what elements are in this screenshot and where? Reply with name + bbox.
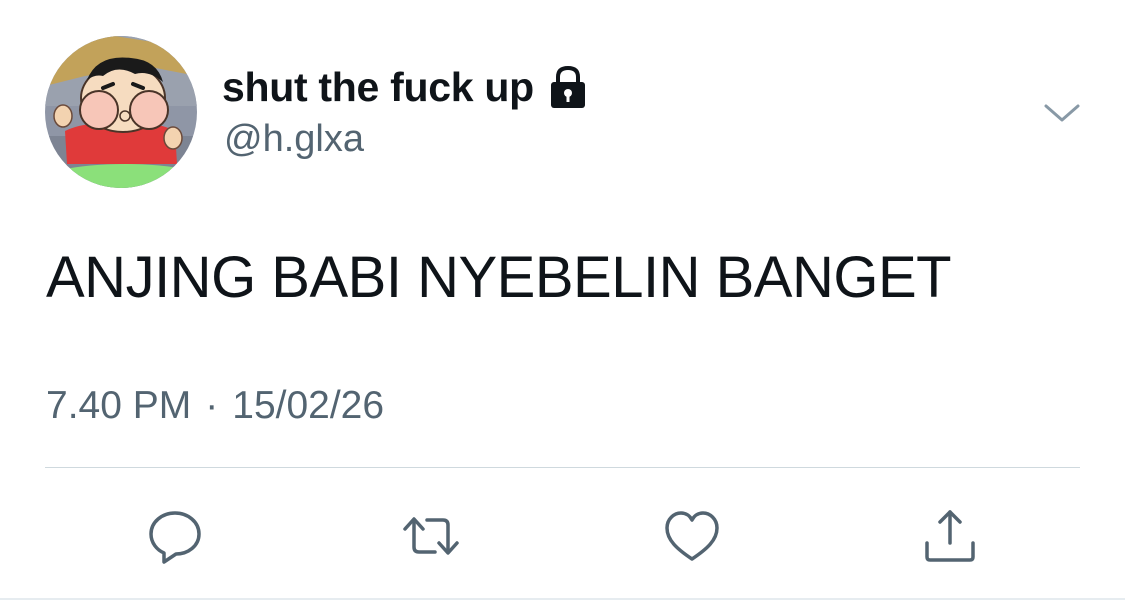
divider xyxy=(45,467,1080,468)
share-icon xyxy=(925,510,975,562)
display-name[interactable]: shut the fuck up xyxy=(222,64,534,111)
tweet-text: ANJING BABI NYEBELIN BANGET xyxy=(46,245,952,310)
tweet-card: shut the fuck up @h.glxa ANJING BABI NYE… xyxy=(0,0,1125,601)
lock-icon xyxy=(548,65,588,109)
tweet-timestamp[interactable]: 7.40 PM · 15/02/26 xyxy=(46,384,384,428)
avatar[interactable] xyxy=(45,36,197,188)
like-button[interactable] xyxy=(662,506,722,566)
meta-separator: · xyxy=(205,384,219,427)
reply-icon xyxy=(149,511,201,564)
tweet-date: 15/02/26 xyxy=(232,384,385,427)
display-name-row: shut the fuck up xyxy=(222,62,588,112)
reply-button[interactable] xyxy=(145,506,205,566)
bottom-divider xyxy=(0,598,1125,600)
share-button[interactable] xyxy=(920,506,980,566)
tweet-time: 7.40 PM xyxy=(46,384,192,427)
heart-icon xyxy=(665,511,719,561)
retweet-icon xyxy=(403,517,459,555)
user-handle[interactable]: @h.glxa xyxy=(224,118,364,161)
retweet-button[interactable] xyxy=(401,506,461,566)
chevron-down-icon[interactable] xyxy=(1042,98,1082,128)
